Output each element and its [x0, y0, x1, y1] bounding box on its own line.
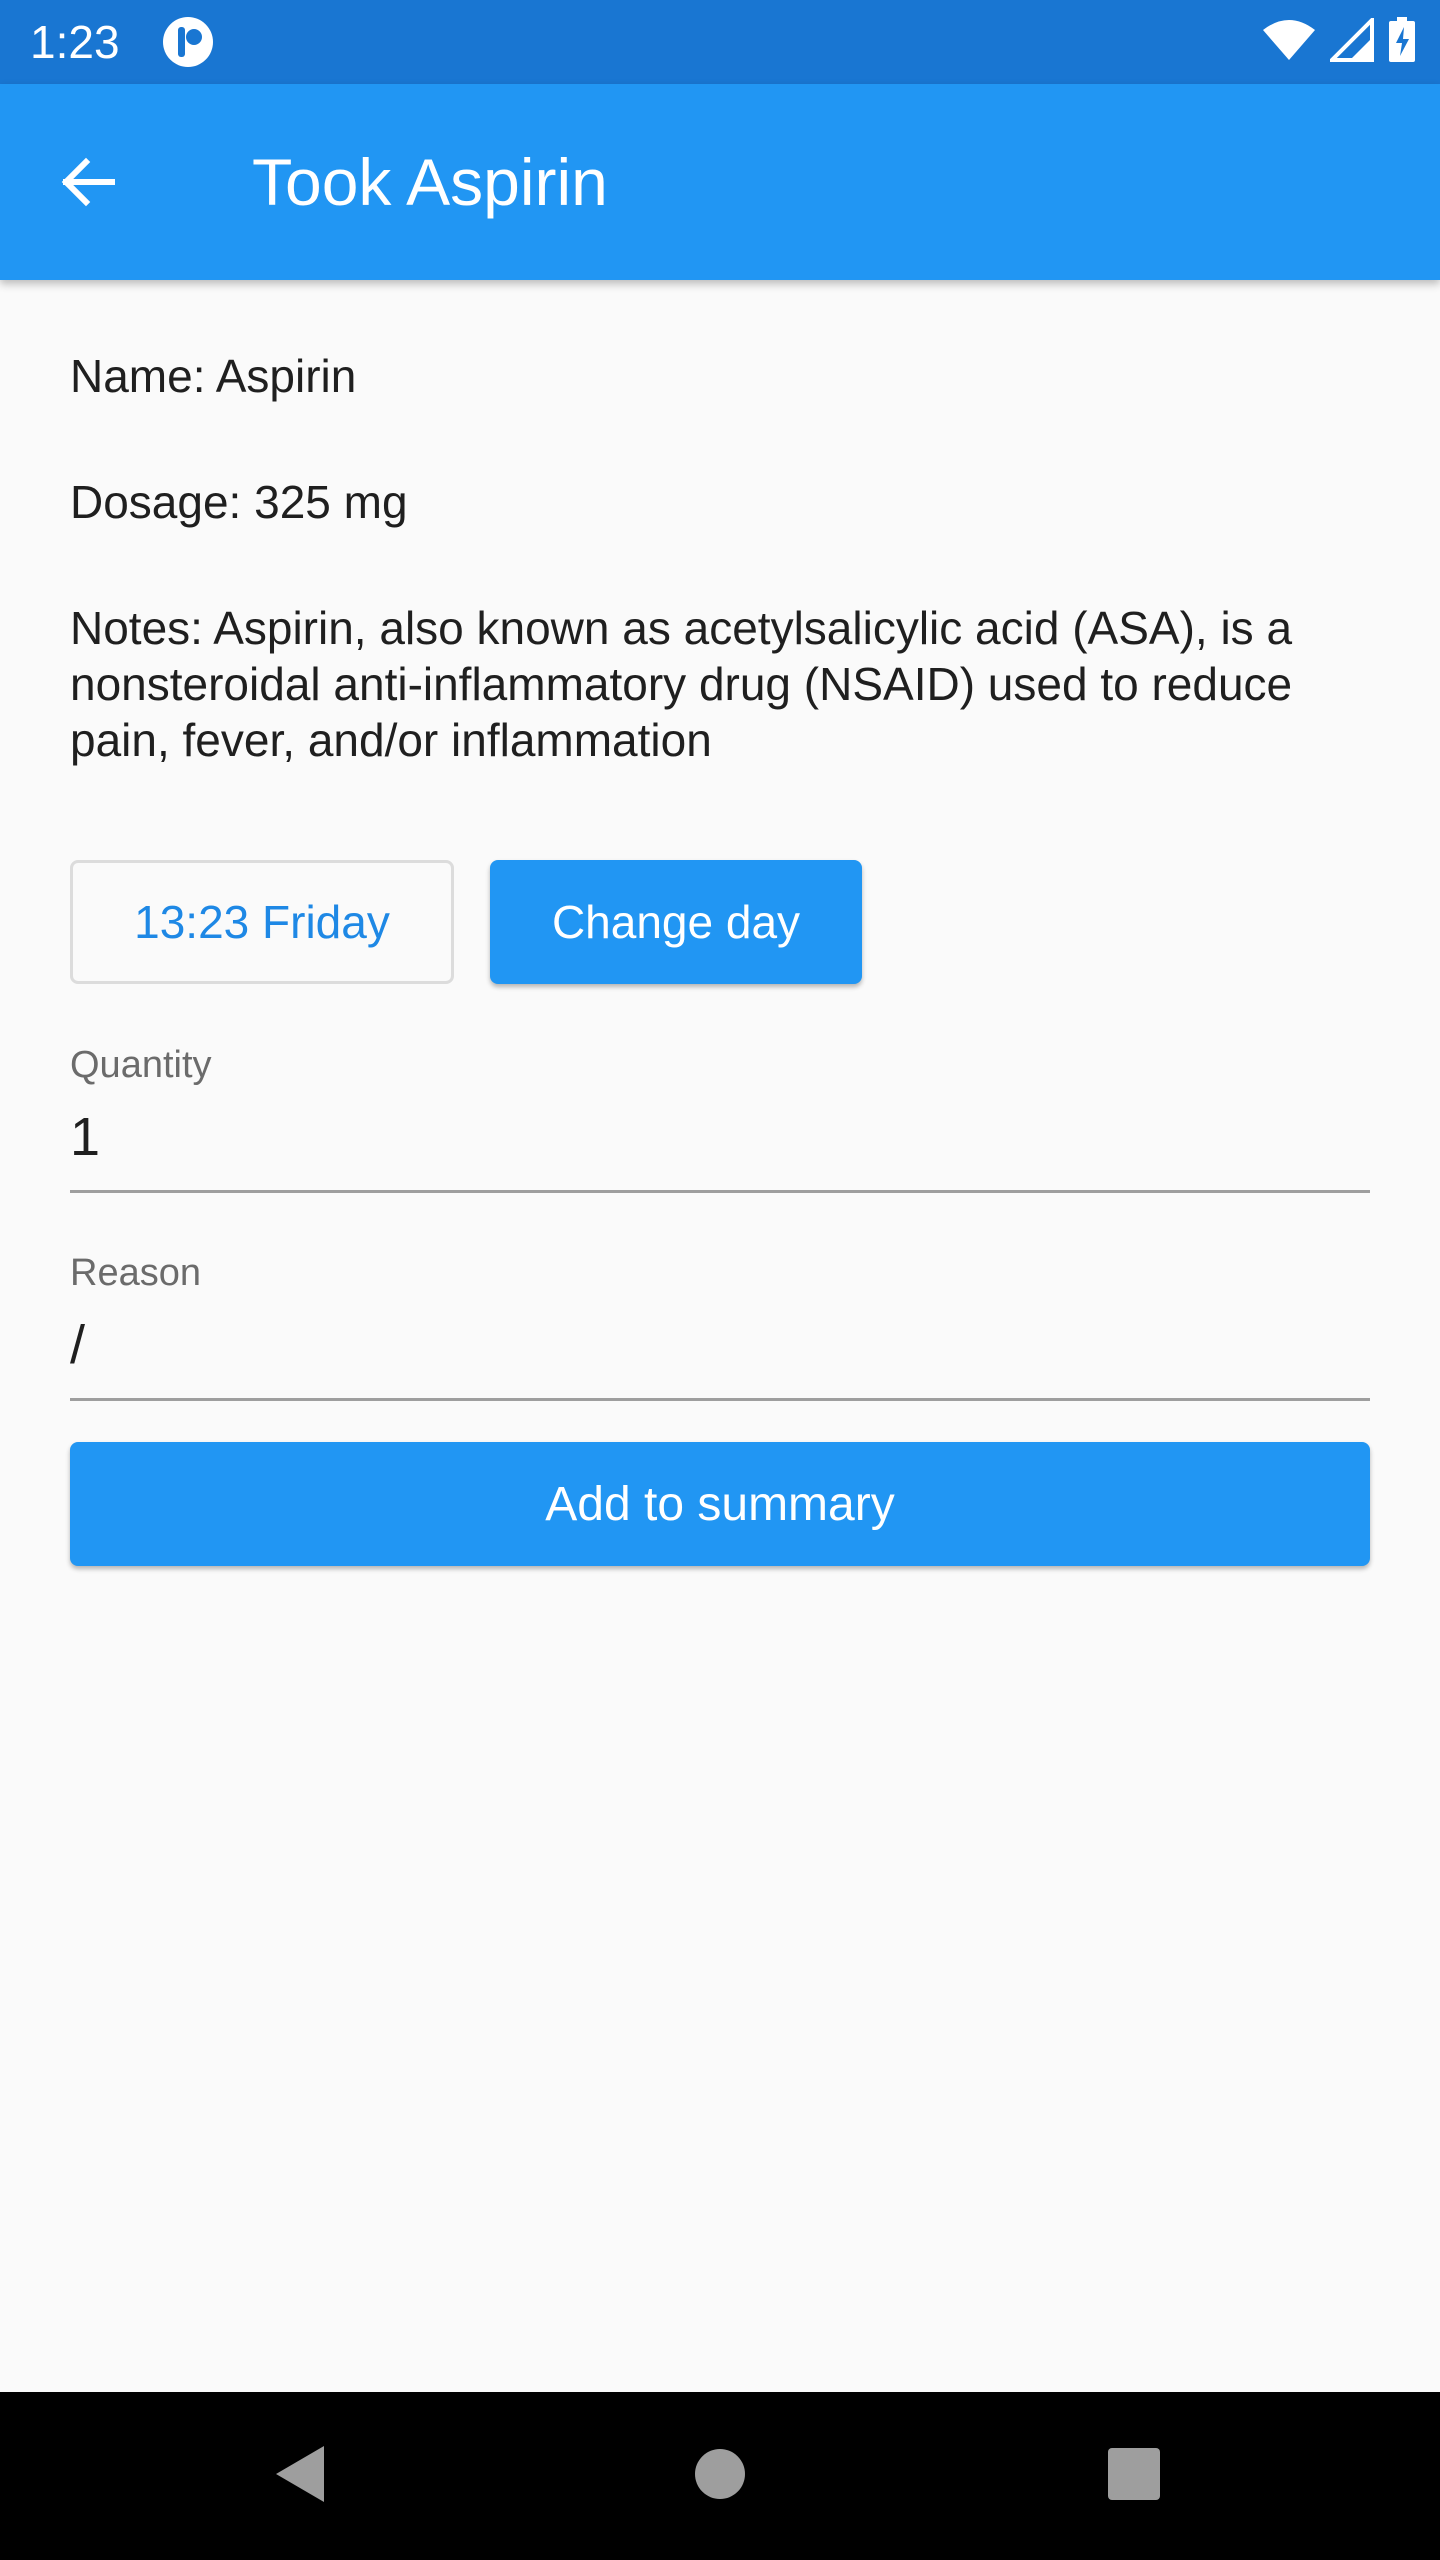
reason-input[interactable]: / — [70, 1312, 85, 1378]
app-bar: Took Aspirin — [0, 84, 1440, 280]
quantity-field[interactable]: Quantity 1 — [70, 1040, 1370, 1200]
medication-name: Name: Aspirin — [70, 350, 357, 402]
add-to-summary-button[interactable]: Add to summary — [70, 1442, 1370, 1566]
reason-underline — [70, 1398, 1370, 1401]
quantity-input[interactable]: 1 — [70, 1104, 100, 1170]
arrow-back-icon — [58, 152, 118, 217]
battery-charging-icon — [1388, 16, 1416, 68]
quantity-label: Quantity — [70, 1044, 212, 1086]
medication-notes: Notes: Aspirin, also known as acetylsali… — [70, 602, 1293, 766]
cell-signal-icon — [1327, 14, 1374, 67]
medication-dosage: Dosage: 325 mg — [70, 476, 408, 528]
nav-back-icon — [270, 2442, 330, 2511]
reason-field[interactable]: Reason / — [70, 1248, 1370, 1408]
wifi-icon — [1262, 18, 1316, 67]
status-icons — [1262, 14, 1416, 68]
status-time: 1:23 — [30, 16, 120, 68]
quantity-underline — [70, 1190, 1370, 1193]
time-button[interactable]: 13:23 Friday — [70, 860, 454, 984]
nav-back-button[interactable] — [250, 2426, 350, 2526]
reason-label: Reason — [70, 1252, 201, 1294]
app-notification-icon — [162, 16, 214, 68]
nav-home-button[interactable] — [670, 2426, 770, 2526]
back-button[interactable] — [40, 136, 136, 232]
page-title: Took Aspirin — [252, 145, 608, 219]
system-nav-bar — [0, 2392, 1440, 2560]
nav-recents-button[interactable] — [1084, 2426, 1184, 2526]
nav-home-icon — [693, 2447, 747, 2506]
status-bar: 1:23 — [0, 0, 1440, 84]
change-day-button[interactable]: Change day — [490, 860, 862, 984]
nav-recents-icon — [1107, 2447, 1161, 2506]
